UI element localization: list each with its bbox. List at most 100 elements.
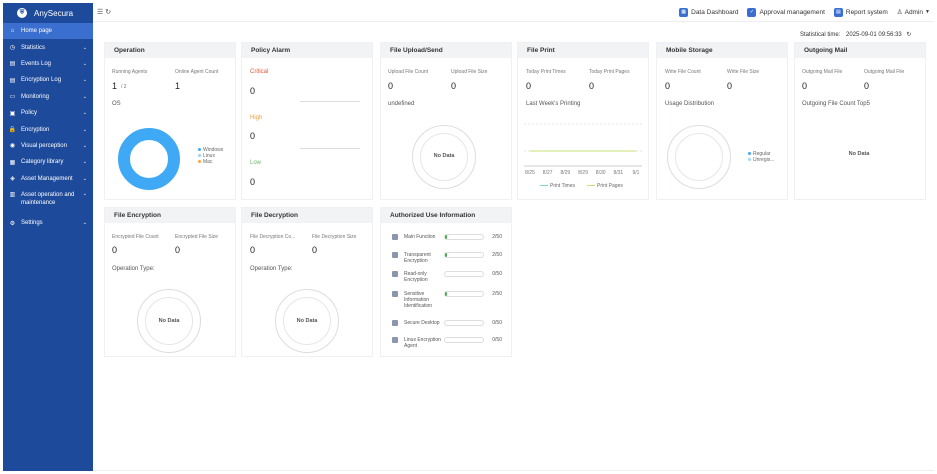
sidebar-item-asset-management[interactable]: ◈ Asset Management ⌄ bbox=[3, 171, 93, 187]
legend-unregistered: Unregis... bbox=[748, 157, 774, 163]
report-system-link[interactable]: ▤ Report system bbox=[833, 7, 888, 17]
mail-file2-label: Outgoing Mail File bbox=[864, 69, 905, 75]
auth-label: Transparent Encryption bbox=[404, 252, 431, 264]
sidebar-item-events-log[interactable]: ▤ Events Log ⌄ bbox=[3, 56, 93, 72]
auth-progress-fill bbox=[445, 235, 447, 239]
card-title: Authorized Use Information bbox=[381, 208, 511, 223]
mail-no-data: No Data bbox=[848, 151, 870, 157]
sidebar-item-encryption[interactable]: 🔒 Encryption ⌄ bbox=[3, 121, 93, 137]
home-icon: ⌂ bbox=[10, 28, 15, 35]
encrypted-count-label: Encrypted File Count bbox=[112, 234, 159, 240]
print-times-value: 0 bbox=[526, 81, 532, 91]
sidebar-item-policy[interactable]: ▣ Policy ⌄ bbox=[3, 105, 93, 121]
auth-label: Linux Encryption Agent bbox=[404, 337, 441, 349]
sidebar-item-label: Settings bbox=[21, 220, 43, 227]
auth-value: 2/50 bbox=[492, 291, 502, 297]
topbar: ☰ ↻ ▦ Data Dashboard ✓ Approval management… bbox=[93, 3, 934, 22]
sidebar-item-label: Policy bbox=[21, 110, 38, 117]
auth-row: Read-only Encryption 0/50 bbox=[392, 271, 502, 283]
user-menu[interactable]: ♙ Admin ▼ bbox=[897, 8, 930, 17]
chevron-down-icon: ▼ bbox=[925, 9, 930, 15]
doc-icon: ▤ bbox=[9, 61, 16, 68]
decryption-size-label: File Decryption Size bbox=[312, 234, 357, 240]
divider bbox=[300, 148, 360, 149]
data-dashboard-link[interactable]: ▦ Data Dashboard bbox=[679, 7, 738, 17]
sidebar-item-category-library[interactable]: ▦ Category library ⌄ bbox=[3, 154, 93, 170]
sidebar-item-settings[interactable]: ⚙ Settings ⌄ bbox=[3, 215, 93, 231]
upload-count-value: 0 bbox=[388, 81, 394, 91]
auth-label: Secure Desktop bbox=[404, 320, 440, 326]
upload-size-value: 0 bbox=[451, 81, 457, 91]
sidebar-item-visual-perception[interactable]: ◉ Visual perception ⌄ bbox=[3, 138, 93, 154]
upload-size-label: Upload File Size bbox=[451, 69, 488, 75]
card-title: Policy Alarm bbox=[242, 43, 372, 58]
auth-progress-bar bbox=[444, 271, 484, 277]
card-title: Outgoing Mail bbox=[795, 43, 925, 58]
auth-row: Main Function 2/50 bbox=[392, 234, 502, 240]
report-icon: ▤ bbox=[833, 7, 843, 17]
print-pages-value: 0 bbox=[589, 81, 595, 91]
critical-value: 0 bbox=[250, 86, 256, 96]
legend-print-pages: Print Pages bbox=[587, 183, 623, 189]
auth-label: Sensitive Information Identification bbox=[404, 291, 433, 309]
auth-row: Secure Desktop 0/50 bbox=[392, 320, 502, 326]
print-legend: Print Times Print Pages bbox=[540, 183, 623, 189]
module-icon bbox=[392, 234, 398, 240]
print-line-chart: 8/25 8/27 8/29 8/29 8/30 8/31 9/1 bbox=[524, 123, 642, 176]
sidebar-item-statistics[interactable]: ◷ Statistics ⌄ bbox=[3, 39, 93, 55]
online-agent-label: Online Agent Count bbox=[175, 69, 219, 75]
os-label: OS bbox=[112, 101, 121, 107]
mail-top5-label: Outgoing File Count Top5 bbox=[802, 101, 870, 107]
sidebar-item-encryption-log[interactable]: ▤ Encryption Log ⌄ bbox=[3, 72, 93, 88]
auth-row: Sensitive Information Identification 2/50 bbox=[392, 291, 502, 309]
app-name: AnySecura bbox=[34, 8, 74, 18]
sidebar-item-monitoring[interactable]: ▭ Monitoring ⌄ bbox=[3, 89, 93, 105]
write-count-value: 0 bbox=[665, 81, 671, 91]
auth-progress-bar bbox=[444, 337, 484, 343]
upload-count-label: Upload File Count bbox=[388, 69, 429, 75]
low-value: 0 bbox=[250, 177, 256, 187]
module-icon bbox=[392, 320, 398, 326]
last-week-printing-label: Last Week's Printing bbox=[526, 101, 581, 107]
chevron-down-icon: ⌄ bbox=[82, 93, 87, 100]
lock-icon: 🔒 bbox=[8, 127, 17, 134]
decryption-count-value: 0 bbox=[250, 245, 256, 255]
enc-no-data: No Data bbox=[158, 318, 180, 324]
card-title: Mobile Storage bbox=[657, 43, 787, 58]
sidebar-item-label: Monitoring bbox=[21, 93, 50, 100]
print-pages-label: Today Print Pages bbox=[589, 69, 630, 75]
approval-icon: ✓ bbox=[747, 7, 757, 17]
auth-label: Read-only Encryption bbox=[404, 271, 428, 283]
high-label: High bbox=[250, 115, 263, 121]
policy-alarm-card: Policy Alarm bbox=[241, 42, 373, 200]
sidebar-item-home-page[interactable]: ⌂ Home page bbox=[3, 23, 93, 40]
card-title: Operation bbox=[105, 43, 235, 58]
menu-toggle-icon[interactable]: ☰ ↻ bbox=[97, 8, 111, 16]
approval-management-link[interactable]: ✓ Approval management bbox=[747, 7, 825, 17]
chevron-down-icon: ⌄ bbox=[82, 60, 87, 67]
sidebar-item-asset-operation-and-maintenance[interactable]: ▥ Asset operation and maintenance ⌄ bbox=[3, 187, 93, 215]
usage-empty-ring-inner bbox=[675, 133, 723, 181]
auth-progress-fill bbox=[445, 253, 447, 257]
high-value: 0 bbox=[250, 131, 256, 141]
encrypted-count-value: 0 bbox=[112, 245, 118, 255]
chevron-down-icon: ⌄ bbox=[82, 220, 87, 227]
usage-distribution-label: Usage Distribution bbox=[665, 101, 715, 107]
outgoing-mail-card: Outgoing Mail bbox=[794, 42, 926, 200]
grid-icon: ▦ bbox=[9, 159, 16, 166]
running-agents-value: 1 bbox=[112, 81, 118, 91]
write-count-label: Write File Count bbox=[665, 69, 701, 75]
auth-progress-bar bbox=[444, 234, 484, 240]
policy-icon: ▣ bbox=[9, 110, 16, 117]
card-title: File Upload/Send bbox=[381, 43, 511, 58]
sidebar-item-label: Visual perception bbox=[21, 142, 67, 149]
auth-progress-bar bbox=[444, 320, 484, 326]
auth-label: Main Function bbox=[404, 234, 436, 240]
chevron-down-icon: ⌄ bbox=[82, 190, 87, 197]
refresh-icon[interactable]: ↻ bbox=[906, 32, 911, 38]
dec-no-data: No Data bbox=[296, 318, 318, 324]
auth-row: Linux Encryption Agent 0/50 bbox=[392, 337, 502, 349]
running-agents-label: Running Agents bbox=[112, 69, 148, 75]
os-donut-chart bbox=[118, 128, 180, 190]
card-title: File Encryption bbox=[105, 208, 235, 223]
